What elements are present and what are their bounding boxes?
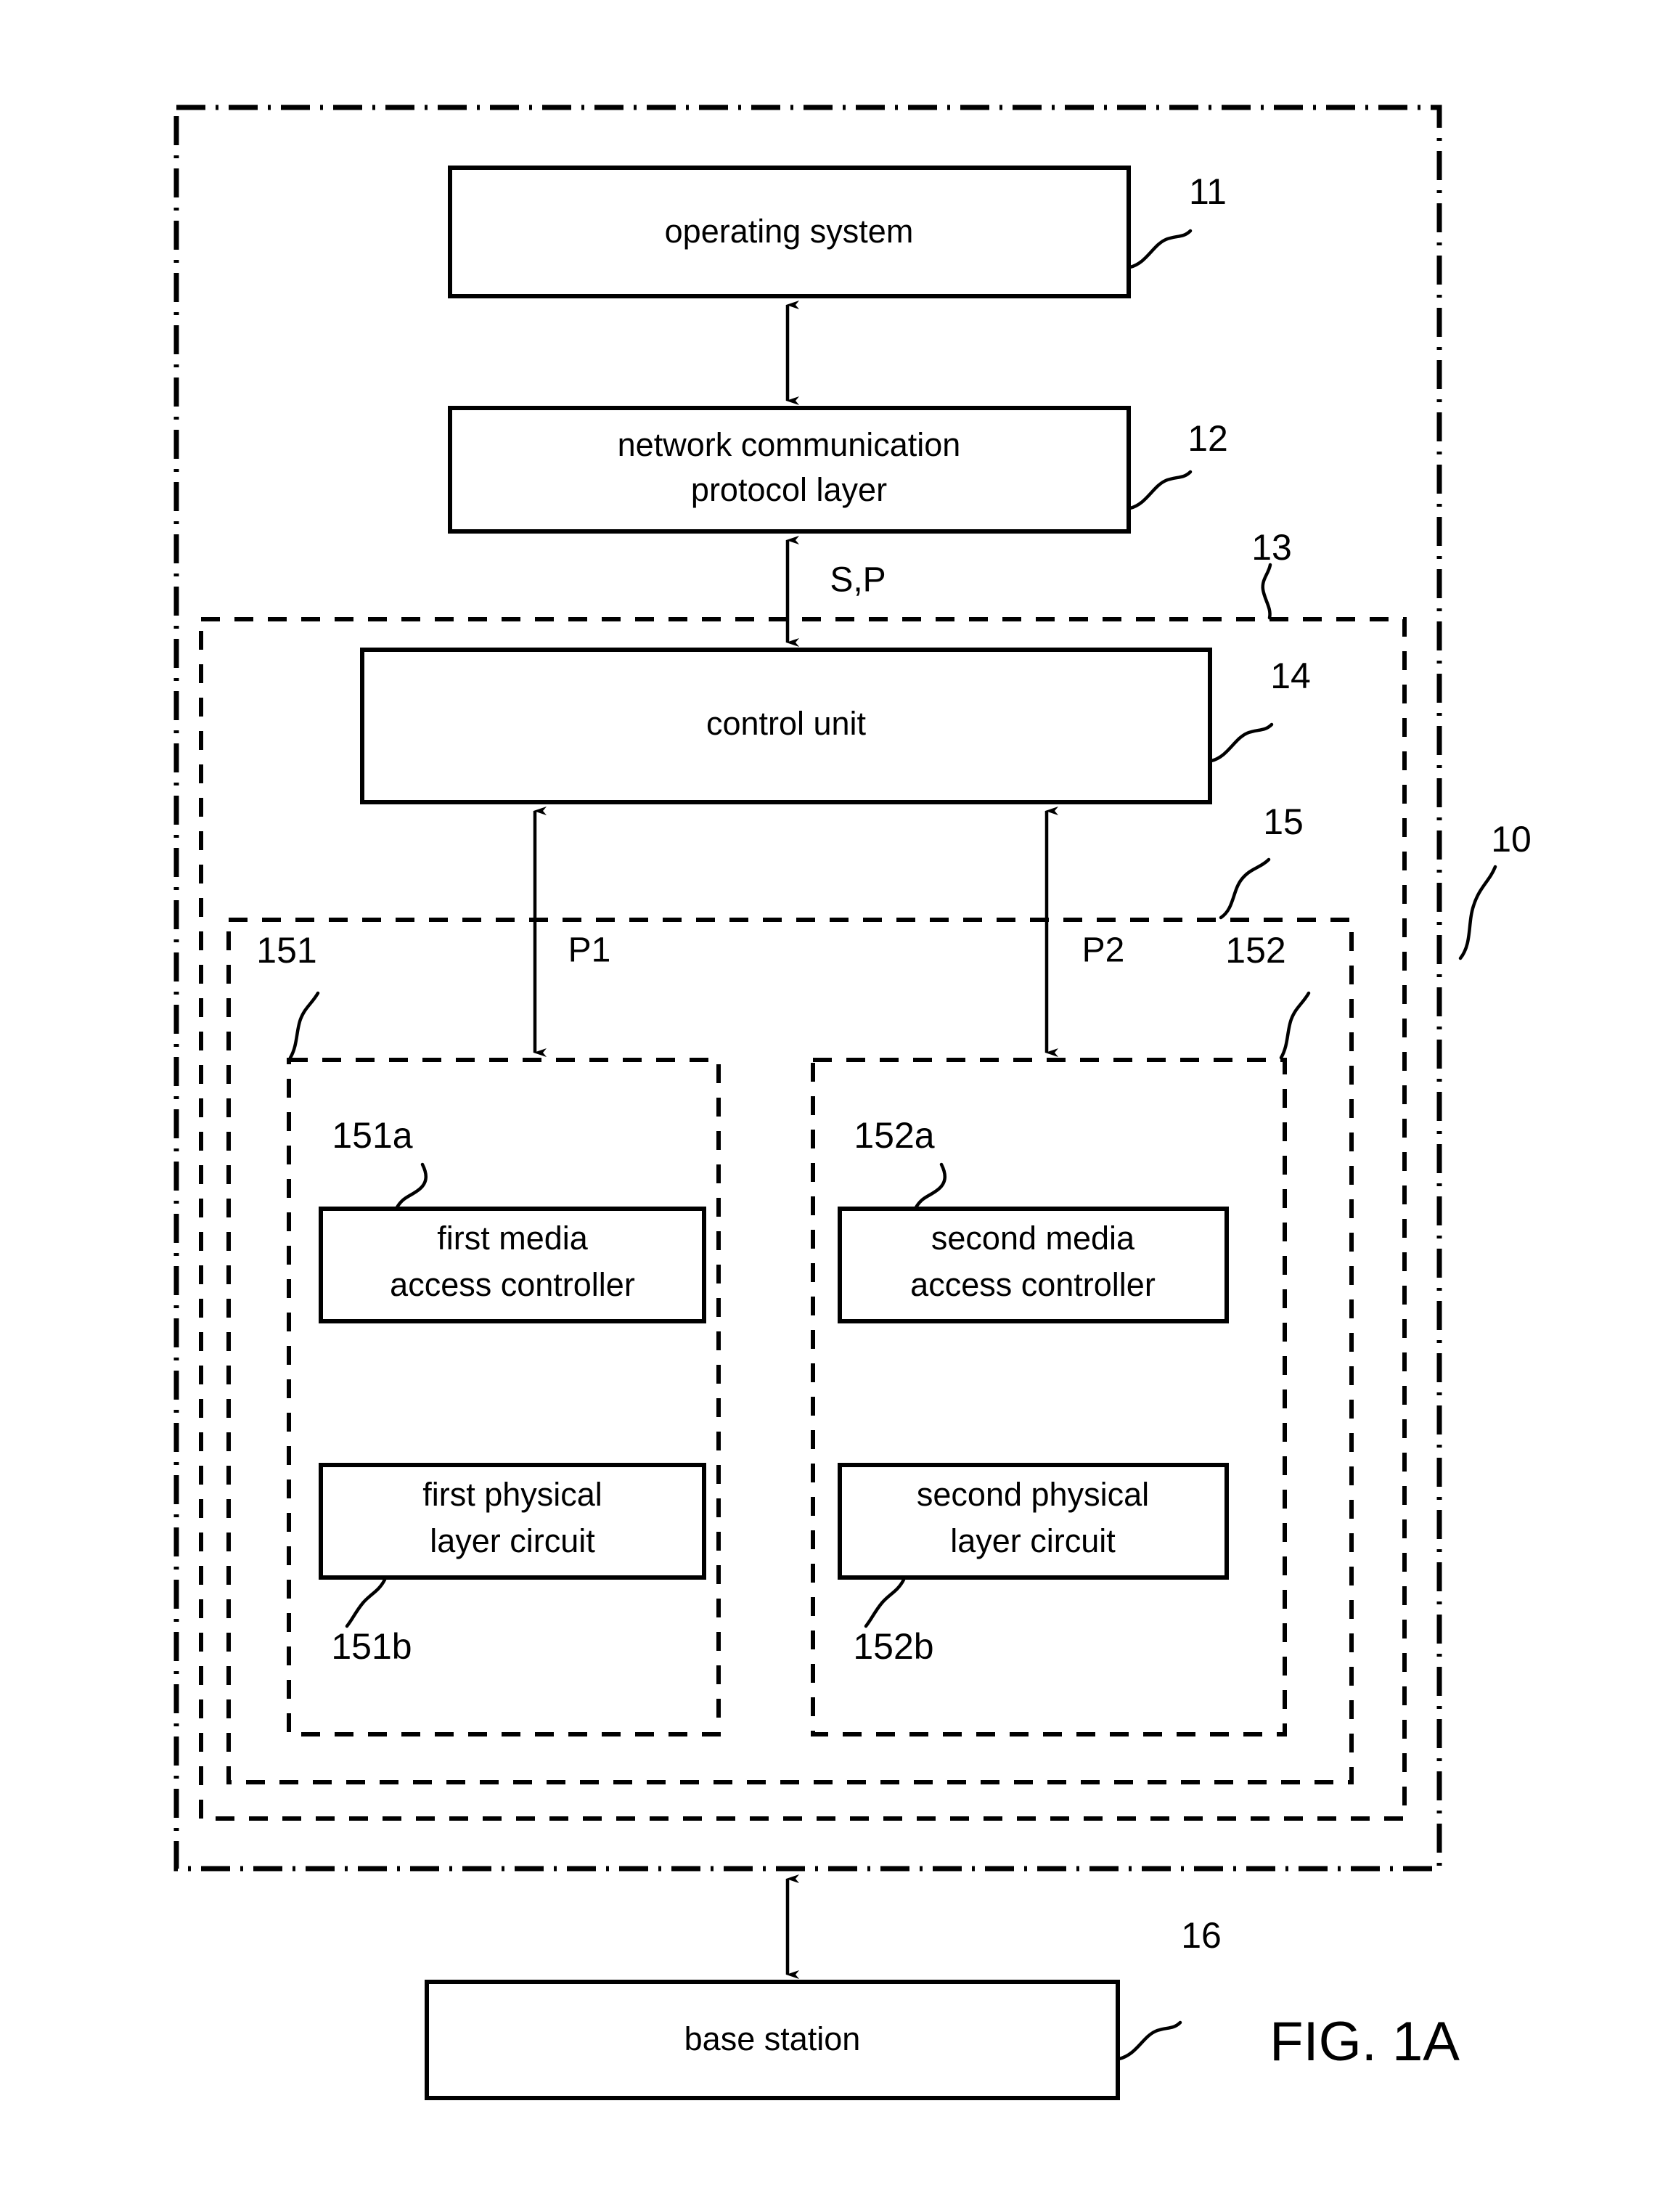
reference-numeral-11: 11	[1189, 171, 1227, 212]
reference-numeral-152: 152	[1225, 930, 1285, 971]
leader-line-16	[1117, 2020, 1182, 2061]
reference-numeral-152b: 152b	[853, 1626, 933, 1667]
leader-line-12	[1128, 470, 1193, 510]
leader-line-151b	[345, 1578, 387, 1628]
reference-numeral-16: 16	[1181, 1915, 1222, 1956]
base-station-label: base station	[684, 2020, 861, 2057]
leader-line-152b	[864, 1578, 906, 1628]
reference-numeral-13: 13	[1251, 527, 1292, 568]
reference-numeral-14: 14	[1270, 656, 1311, 696]
first-phy-label-line2: layer circuit	[430, 1522, 595, 1559]
patent-figure-1a: operating system network communication p…	[0, 0, 1660, 2212]
second-mac-label-line1: second media	[931, 1220, 1135, 1257]
figure-canvas: operating system network communication p…	[173, 105, 1532, 2100]
leader-line-151	[288, 991, 320, 1060]
container-device-boundary	[173, 105, 1442, 1872]
figure-caption: FIG. 1A	[1269, 2011, 1460, 2073]
first-mac-label-line1: first media	[437, 1220, 589, 1257]
leader-line-13	[1261, 563, 1272, 620]
reference-numeral-10: 10	[1491, 819, 1532, 860]
leader-line-152	[1279, 991, 1311, 1060]
leader-line-14	[1209, 722, 1274, 763]
leader-line-152a	[914, 1162, 946, 1209]
operating-system-label: operating system	[665, 213, 914, 250]
reference-numeral-151: 151	[256, 930, 316, 971]
signal-label-sp: S,P	[830, 561, 886, 600]
reference-numeral-152a: 152a	[854, 1115, 934, 1156]
reference-numeral-12: 12	[1187, 418, 1228, 459]
leader-line-10	[1458, 865, 1497, 960]
reference-numeral-151a: 151a	[332, 1115, 412, 1156]
reference-numeral-151b: 151b	[331, 1626, 412, 1667]
reference-numeral-15: 15	[1263, 801, 1304, 842]
leader-line-151a	[395, 1162, 428, 1209]
control-unit-label: control unit	[706, 705, 867, 742]
second-phy-label-line2: layer circuit	[950, 1522, 1116, 1559]
network-protocol-label-line1: network communication	[618, 426, 961, 463]
first-mac-label-line2: access controller	[390, 1266, 635, 1303]
signal-label-p2: P2	[1082, 931, 1125, 970]
leader-line-15	[1219, 857, 1271, 920]
second-mac-label-line2: access controller	[910, 1266, 1156, 1303]
first-phy-label-line1: first physical	[422, 1476, 602, 1513]
leader-line-11	[1128, 229, 1193, 269]
signal-label-p1: P1	[568, 931, 611, 970]
network-protocol-label-line2: protocol layer	[691, 471, 887, 508]
second-phy-label-line1: second physical	[917, 1476, 1149, 1513]
